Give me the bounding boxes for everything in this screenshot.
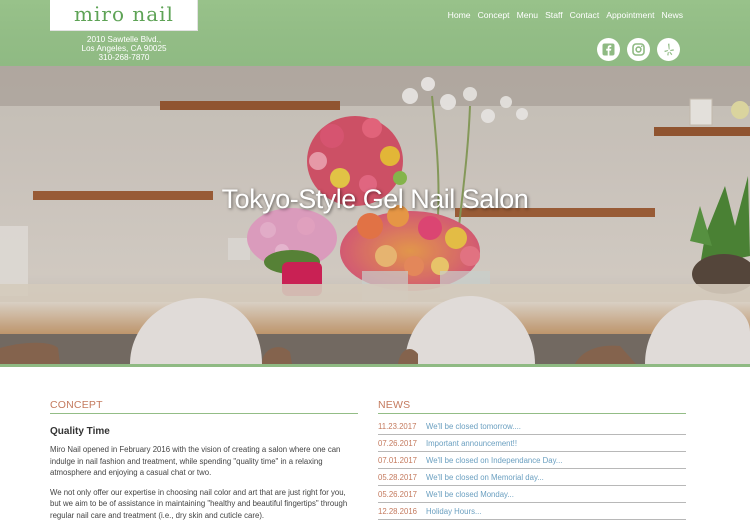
nav-appointment[interactable]: Appointment (606, 10, 654, 20)
yelp-icon[interactable] (657, 38, 680, 61)
news-date: 07.26.2017 (378, 438, 418, 448)
main-nav: Home Concept Menu Staff Contact Appointm… (448, 10, 683, 20)
news-item[interactable]: 07.01.2017 We'll be closed on Independan… (378, 452, 686, 469)
news-date: 11.23.2017 (378, 421, 417, 431)
news-item[interactable]: 07.26.2017 Important announcement!! (378, 435, 686, 452)
concept-section: CONCEPT Quality Time Miro Nail opened in… (50, 399, 358, 522)
news-section: NEWS 11.23.2017 We'll be closed tomorrow… (378, 399, 686, 520)
news-list: 11.23.2017 We'll be closed tomorrow.... … (378, 418, 686, 520)
concept-heading: CONCEPT (50, 399, 358, 414)
salon-interior-photo (0, 66, 750, 364)
news-heading: NEWS (378, 399, 686, 414)
news-link[interactable]: We'll be closed Monday... (426, 490, 514, 499)
hero-divider (0, 364, 750, 367)
nav-home[interactable]: Home (448, 10, 471, 20)
hero-banner: Tokyo-Style Gel Nail Salon (0, 66, 750, 364)
social-links (597, 38, 680, 61)
logo[interactable]: miro nail (50, 0, 198, 31)
news-link[interactable]: We'll be closed on Memorial day... (426, 473, 544, 482)
nav-concept[interactable]: Concept (478, 10, 510, 20)
news-item[interactable]: 12.28.2016 Holiday Hours... (378, 503, 686, 520)
nav-menu[interactable]: Menu (517, 10, 539, 20)
news-link[interactable]: Important announcement!! (426, 439, 517, 448)
news-date: 05.26.2017 (378, 489, 418, 499)
news-date: 05.28.2017 (378, 472, 418, 482)
concept-paragraph: We not only offer our expertise in choos… (50, 487, 348, 520)
nav-contact[interactable]: Contact (570, 10, 600, 20)
news-date: 12.28.2016 (378, 506, 418, 516)
hero-title: Tokyo-Style Gel Nail Salon (221, 184, 529, 214)
address-block: 2010 Sawtelle Blvd., Los Angeles, CA 900… (50, 35, 198, 62)
news-date: 07.01.2017 (378, 455, 418, 465)
concept-paragraph: Miro Nail opened in February 2016 with t… (50, 445, 341, 478)
logo-text: miro nail (74, 2, 174, 26)
news-link[interactable]: We'll be closed on Independance Day... (426, 456, 562, 465)
facebook-icon[interactable] (597, 38, 620, 61)
news-item[interactable]: 11.23.2017 We'll be closed tomorrow.... (378, 418, 686, 435)
nav-news[interactable]: News (662, 10, 684, 20)
news-item[interactable]: 05.26.2017 We'll be closed Monday... (378, 486, 686, 503)
phone-number[interactable]: 310-268-7870 (50, 53, 198, 62)
news-item[interactable]: 05.28.2017 We'll be closed on Memorial d… (378, 469, 686, 486)
news-link[interactable]: Holiday Hours... (426, 507, 481, 516)
nav-staff[interactable]: Staff (545, 10, 563, 20)
concept-subheading: Quality Time (50, 426, 110, 437)
address-street: 2010 Sawtelle Blvd., (86, 35, 162, 44)
instagram-icon[interactable] (627, 38, 650, 61)
site-header: miro nail 2010 Sawtelle Blvd., Los Angel… (0, 0, 750, 66)
address-city: Los Angeles, CA 90025 (81, 44, 167, 53)
news-link[interactable]: We'll be closed tomorrow.... (426, 422, 521, 431)
